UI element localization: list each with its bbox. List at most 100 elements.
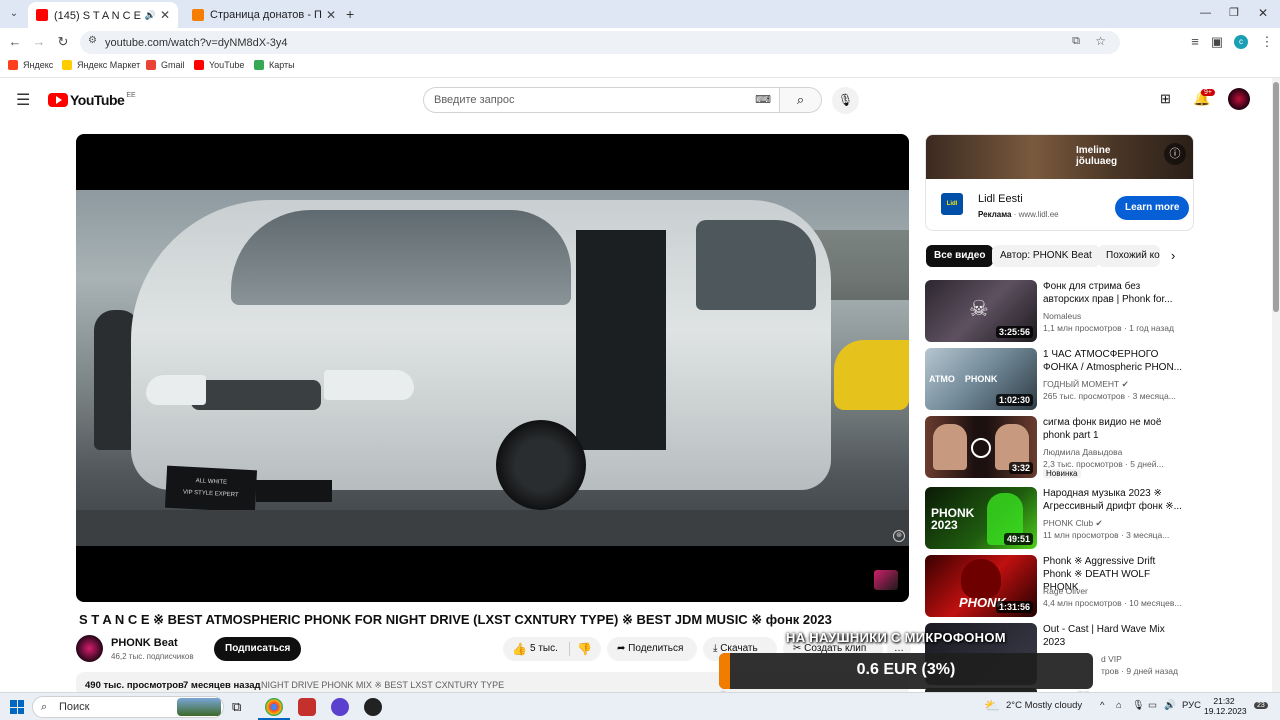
recommendation-title[interactable]: Народная музыка 2023 ※ Агрессивный дрифт… [1043,487,1183,513]
address-bar[interactable]: ⚙ youtube.com/watch?v=dyNM8dX-3y4 ⧉ ☆ [80,31,1120,54]
search-button[interactable]: ⌕ [780,87,822,113]
ad-banner-text-2: jõuluaeg [1076,156,1118,167]
video-player[interactable]: ALL WHITE VIP STYLE EXPERT ⊛ [76,134,909,602]
minimize-icon[interactable]: — [1200,7,1211,19]
chip-by-author[interactable]: Автор: PHONK Beat [992,245,1100,267]
recommendation-title[interactable]: сигма фонк видио не моё phonk part 1 [1043,416,1183,442]
close-window-icon[interactable]: ✕ [1258,6,1268,20]
hashtags[interactable]: NIGHT DRIVE PHONK MIX ※ BEST LXST CXNTUR… [261,680,504,691]
chevron-right-icon[interactable]: › [1171,248,1175,263]
weather-text[interactable]: 2°C Mostly cloudy [1006,700,1082,711]
reload-icon[interactable]: ↻ [54,33,72,51]
profile-avatar-icon[interactable]: c [1234,35,1248,49]
recommendation-item[interactable]: ☠ 3:25:56 Фонк для стрима без авторских … [925,280,1185,344]
ad-banner-text: Imeline jõuluaeg [1076,145,1117,167]
youtube-logo[interactable]: YouTube EE [48,92,136,108]
recommendation-channel[interactable]: Nomaleus [1043,311,1081,321]
bookmark-star-icon[interactable]: ☆ [1095,34,1106,48]
upload-age: 7 месяцев назад [183,680,261,691]
search-icon: ⌕ [796,92,805,107]
ad-brand-name[interactable]: Lidl Eesti [978,193,1023,205]
keyboard-icon[interactable]: ⌨ [755,93,771,106]
ad-info-icon[interactable]: ⓘ [1164,143,1186,165]
chip-all-videos[interactable]: Все видео [926,245,994,267]
clock[interactable]: 21:32 19.12.2023 [1204,696,1247,716]
maximize-icon[interactable]: ❐ [1229,6,1239,19]
recommendation-item[interactable]: PHONK 1:31:56 Phonk ※ Aggressive Drift P… [925,555,1185,619]
sponsored-ad-card[interactable]: Imeline jõuluaeg ⓘ Lidl Lidl Eesti Рекла… [925,134,1194,231]
recommendation-title[interactable]: 1 ЧАС АТМОСФЕРНОГО ФОНКА / Atmospheric P… [1043,348,1183,374]
forward-icon[interactable]: → [30,33,48,51]
bookmark-youtube[interactable]: YouTube [194,60,244,70]
obs-taskbar-icon[interactable] [364,698,382,716]
recommendation-title[interactable]: Фонк для стрима без авторских прав | Pho… [1043,280,1183,306]
recommendation-channel[interactable]: Rage Oliver [1043,586,1088,596]
subscribe-button[interactable]: Подписаться [214,637,302,661]
voice-search-mic-icon[interactable]: 🎙 [832,87,859,114]
bookmark-yandex[interactable]: Яндекс [8,60,53,70]
asphalt-ground [76,510,909,546]
recommendation-channel[interactable]: d VIP [1101,654,1122,664]
menu-kebab-icon[interactable]: ⋮ [1258,33,1276,51]
scrollbar-thumb[interactable] [1273,82,1279,312]
tray-volume-icon[interactable]: 🔊 [1164,700,1176,711]
youtube-music-taskbar-icon[interactable] [298,698,316,716]
chip-similar[interactable]: Похожий ко [1098,245,1160,267]
new-tab-button[interactable]: + [346,6,354,22]
show-hidden-icons-icon[interactable]: ^ [1100,700,1104,711]
account-avatar[interactable] [1228,88,1250,110]
weather-icon[interactable]: ⛅ [984,698,1000,714]
video-thumbnail[interactable]: PHONK 2023 49:51 [925,487,1037,549]
recommendation-channel[interactable]: PHONK Club [1043,518,1093,528]
media-controls-icon[interactable]: ≡ [1186,33,1204,51]
like-thumb-icon[interactable]: 👍 [512,637,527,661]
recommendation-channel[interactable]: Людмила Давыдова [1043,447,1122,457]
recommendation-item[interactable]: 3:32 сигма фонк видио не моё phonk part … [925,416,1185,480]
recommendation-channel[interactable]: ГОДНЫЙ МОМЕНТ [1043,379,1119,389]
tab-search-icon[interactable]: ⌄ [6,6,22,22]
channel-watermark-logo[interactable] [874,570,898,590]
back-icon[interactable]: ← [6,33,24,51]
close-tab-icon[interactable]: ✕ [160,8,170,22]
page-scrollbar[interactable] [1272,78,1280,692]
bookmark-maps[interactable]: Карты [254,60,295,70]
recommendation-meta: 4,4 млн просмотров · 10 месяцев... [1043,598,1182,608]
dislike-thumb-icon[interactable]: 👎 [577,637,592,661]
video-thumbnail[interactable]: ☠ 3:25:56 [925,280,1037,342]
windows-start-icon[interactable] [10,700,24,714]
bookmark-yandex-market[interactable]: Яндекс Маркет [62,60,140,70]
tab-youtube[interactable]: (145) S T A N C E ※ BEST ATMOSPHERIC PHO… [28,2,178,28]
video-thumbnail[interactable]: ATMO PHONK 1:02:30 [925,348,1037,410]
tray-network-icon[interactable]: ⌂ [1116,700,1122,711]
tray-monitor-icon[interactable]: ▭ [1148,700,1157,711]
tab-donations[interactable]: Страница донатов - Панель управления ✕ [184,2,344,28]
video-thumbnail[interactable]: PHONK 1:31:56 [925,555,1037,617]
close-tab-icon[interactable]: ✕ [326,8,336,22]
tray-mic-icon[interactable]: 🎙 [1132,700,1144,711]
search-input[interactable]: Введите запрос ⌨ [423,87,780,113]
keyboard-language[interactable]: РУС [1182,700,1201,711]
channel-avatar[interactable] [76,635,103,662]
learn-more-button[interactable]: Learn more [1115,196,1190,220]
chrome-taskbar-icon[interactable] [265,698,283,716]
recommendation-title[interactable]: Out - Cast | Hard Wave Mix 2023 [1043,623,1183,649]
hamburger-menu-icon[interactable]: ☰ [16,90,30,110]
bookmark-gmail[interactable]: Gmail [146,60,185,70]
app-taskbar-icon[interactable] [331,698,349,716]
recommendation-item[interactable]: PHONK 2023 49:51 Народная музыка 2023 ※ … [925,487,1185,551]
create-video-icon[interactable]: ⊞ [1160,91,1171,107]
like-count[interactable]: 5 тыс. [530,637,558,661]
recommendation-item[interactable]: ATMO PHONK 1:02:30 1 ЧАС АТМОСФЕРНОГО ФО… [925,348,1185,412]
cast-icon[interactable]: ⧉ [1072,35,1080,48]
van-headlight-right [324,370,414,400]
notification-center-badge[interactable]: 23 [1254,702,1268,709]
speaker-icon[interactable]: 🔊 [145,10,156,21]
task-view-icon[interactable]: ⧉ [232,699,241,715]
duration-badge: 49:51 [1003,533,1033,545]
share-button[interactable]: ➦ Поделиться [607,637,697,661]
side-panel-icon[interactable]: ▣ [1208,33,1226,51]
site-info-icon[interactable]: ⚙ [88,35,97,46]
video-thumbnail[interactable]: 3:32 [925,416,1037,478]
taskbar-search-box[interactable]: ⌕ Поиск [32,696,224,718]
channel-name[interactable]: PHONK Beat [111,637,178,649]
